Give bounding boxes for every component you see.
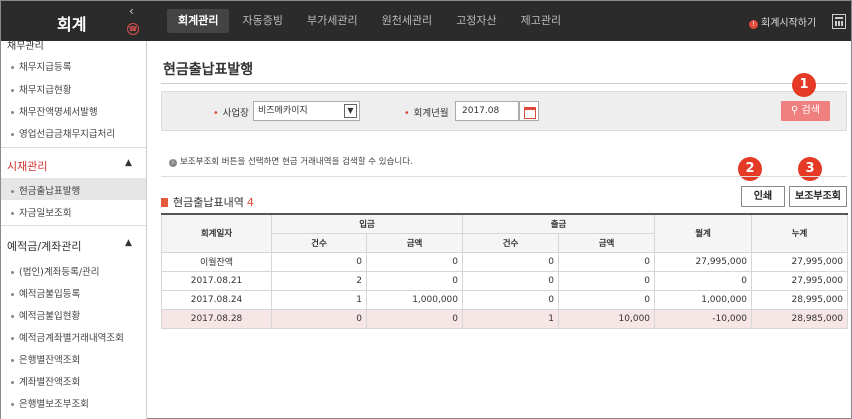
divider xyxy=(1,147,146,148)
brand: 회계 ‹ ☎ xyxy=(1,1,147,41)
notice: i 보조부조회 버튼을 선택하면 현금 거래내역을 검색할 수 있습니다. xyxy=(169,155,413,167)
col-header-monthly: 월계 xyxy=(654,213,753,253)
main-nav: 회계관리 자동증빙 부가세관리 원천세관리 고정자산 제고관리 xyxy=(167,9,574,33)
bullet-icon xyxy=(11,403,14,406)
sidebar: 채무관리 채무지급등록 채무지급현황 채무잔액명세서발행 영업선급금채무지급처리… xyxy=(1,41,147,419)
biz-label: • 사업장 xyxy=(213,108,249,119)
sidebar-item[interactable]: 은행별잔액조회 xyxy=(11,352,80,366)
step-badge-1: 1 xyxy=(792,73,816,97)
col-header-out-count: 건수 xyxy=(462,232,560,253)
sidebar-item[interactable]: 영업선급금채무지급처리 xyxy=(11,126,115,140)
table-row-selected[interactable]: 2017.08.28 0 0 1 10,000 -10,000 28,985,0… xyxy=(161,308,849,329)
top-bar: 회계 ‹ ☎ 회계관리 자동증빙 부가세관리 원천세관리 고정자산 제고관리 !… xyxy=(1,1,851,41)
tab-vat[interactable]: 부가세관리 xyxy=(296,9,369,33)
bullet-icon xyxy=(11,190,14,193)
chevron-up-icon[interactable]: ▲ xyxy=(125,158,132,168)
divider xyxy=(1,225,146,226)
col-header-withdrawal: 출금 xyxy=(462,213,656,234)
chevron-down-icon[interactable]: ▼ xyxy=(344,104,357,118)
month-input[interactable]: 2017.08 xyxy=(455,101,519,121)
sidebar-item[interactable]: 예적금계좌별거래내역조회 xyxy=(11,330,124,344)
list-title: 현금출납표내역 4 xyxy=(161,194,254,210)
month-label: • 회계년월 xyxy=(404,108,449,119)
bullet-icon xyxy=(11,271,14,274)
col-header-in-amount: 금액 xyxy=(365,232,464,253)
tab-auto-evidence[interactable]: 자동증빙 xyxy=(231,9,293,33)
col-header-deposit: 입금 xyxy=(270,213,464,234)
bullet-icon xyxy=(11,133,14,136)
bullet-icon xyxy=(11,66,14,69)
bullet-icon xyxy=(11,315,14,318)
sidebar-item[interactable]: 계좌별잔액조회 xyxy=(11,374,80,388)
divider xyxy=(161,176,847,177)
ledger-button[interactable]: 보조부조회 xyxy=(789,186,847,207)
sidebar-item[interactable]: 자금일보조회 xyxy=(11,205,71,219)
sidebar-item[interactable]: 채무지급등록 xyxy=(11,59,71,73)
bullet-icon xyxy=(11,111,14,114)
bullet-icon xyxy=(11,212,14,215)
start-accounting-link[interactable]: ! 회계시작하기 xyxy=(749,14,816,29)
sidebar-item[interactable]: 은행별보조부조회 xyxy=(11,396,89,410)
table-row[interactable]: 이월잔액 0 0 0 0 27,995,000 27,995,000 xyxy=(161,251,849,272)
chevron-up-icon[interactable]: ▲ xyxy=(125,238,132,248)
bullet-icon xyxy=(11,293,14,296)
app-title: 회계 xyxy=(57,15,87,34)
col-header-cumulative: 누계 xyxy=(751,213,849,253)
print-button[interactable]: 인쇄 xyxy=(741,186,785,207)
sidebar-group-cash[interactable]: 시재관리 xyxy=(7,158,47,174)
info-icon: i xyxy=(169,159,177,167)
sidebar-item[interactable]: 채무잔액명세서발행 xyxy=(11,104,98,118)
sidebar-item[interactable]: 예적금불입현황 xyxy=(11,308,80,322)
list-count: 4 xyxy=(246,196,254,209)
bullet-icon xyxy=(11,359,14,362)
sidebar-group-debt-cut[interactable]: 채무관리 xyxy=(7,41,44,52)
support-icon[interactable]: ☎ xyxy=(127,23,139,35)
calculator-icon[interactable] xyxy=(832,14,846,29)
collapse-sidebar-icon[interactable]: ‹ xyxy=(129,4,134,18)
sidebar-item[interactable]: 예적금불입등록 xyxy=(11,286,80,300)
cash-report-table: 회계일자 입금 출금 월계 누계 건수 금액 건수 금액 이월잔액 0 0 0 … xyxy=(161,213,849,329)
info-icon: ! xyxy=(749,20,758,29)
step-badge-3: 3 xyxy=(798,157,822,181)
bullet-icon xyxy=(11,381,14,384)
col-header-date: 회계일자 xyxy=(161,213,272,253)
search-button[interactable]: ⚲ 검색 xyxy=(781,101,830,121)
bullet-icon xyxy=(11,337,14,340)
table-row[interactable]: 2017.08.24 1 1,000,000 0 0 1,000,000 28,… xyxy=(161,289,849,310)
bullet-icon xyxy=(11,89,14,92)
tab-accounting[interactable]: 회계관리 xyxy=(167,9,230,33)
tab-inventory[interactable]: 제고관리 xyxy=(510,9,572,33)
tab-withholding-tax[interactable]: 원천세관리 xyxy=(371,9,444,33)
sidebar-item[interactable]: (법인)계좌등록/관리 xyxy=(11,264,100,278)
search-icon: ⚲ xyxy=(791,105,802,116)
sidebar-item-cash-report[interactable]: 현금출납표발행 xyxy=(11,183,80,197)
table-row[interactable]: 2017.08.21 2 0 0 0 0 27,995,000 xyxy=(161,270,849,291)
calendar-icon[interactable] xyxy=(519,101,539,121)
sidebar-group-deposits[interactable]: 예적금/계좌관리 xyxy=(7,238,82,254)
biz-select[interactable]: 비즈메카이지 ▼ xyxy=(253,101,360,121)
sidebar-item[interactable]: 채무지급현황 xyxy=(11,82,71,96)
start-link-label: 회계시작하기 xyxy=(761,18,817,29)
section-marker-icon xyxy=(161,198,168,207)
step-badge-2: 2 xyxy=(738,157,762,181)
tab-fixed-assets[interactable]: 고정자산 xyxy=(445,9,507,33)
divider xyxy=(161,83,847,84)
page-title: 현금출납표발행 xyxy=(163,62,254,78)
col-header-out-amount: 금액 xyxy=(558,232,656,253)
col-header-in-count: 건수 xyxy=(271,232,367,253)
